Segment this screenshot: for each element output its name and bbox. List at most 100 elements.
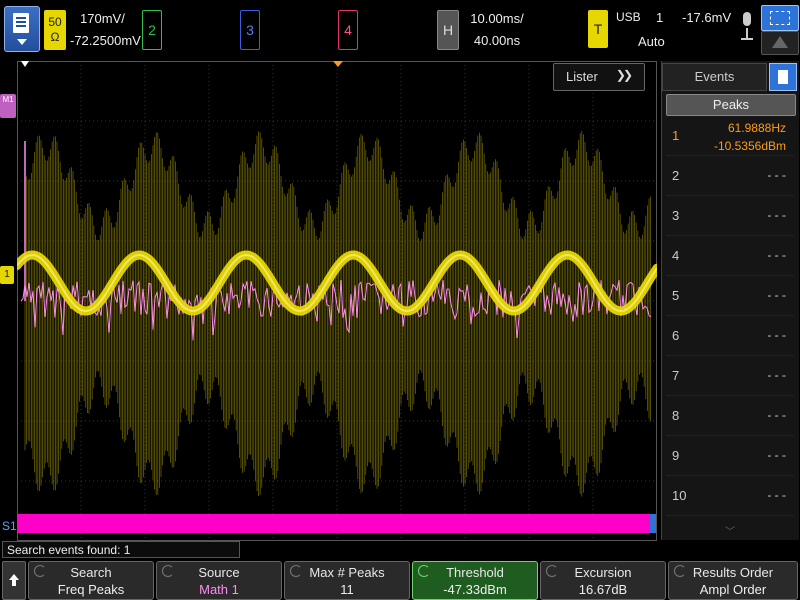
event-amplitude: -10.5356dBm bbox=[713, 139, 786, 153]
ch1-offset: -72.2500mV bbox=[70, 33, 141, 48]
select-rectangle-icon bbox=[770, 11, 790, 25]
search-results-cursor bbox=[650, 514, 656, 533]
event-index: 10 bbox=[672, 488, 687, 503]
time-per-div: 10.00ms/ bbox=[470, 11, 524, 26]
back-button[interactable] bbox=[2, 561, 26, 600]
softkey-value: -47.33dBm bbox=[443, 582, 507, 597]
event-frequency: 61.9888Hz bbox=[727, 121, 786, 135]
softkey-value: Math 1 bbox=[199, 582, 239, 597]
trigger-source: USB bbox=[616, 10, 641, 24]
event-row[interactable]: 7 - - - bbox=[666, 357, 794, 396]
microphone-icon[interactable] bbox=[740, 12, 754, 42]
ch1-volts-per-div: 170mV/ bbox=[80, 11, 125, 26]
horizontal-indicator[interactable]: H bbox=[437, 10, 459, 50]
event-row[interactable]: 4 - - - bbox=[666, 237, 794, 276]
event-row[interactable]: 6 - - - bbox=[666, 317, 794, 356]
softkey-results-order[interactable]: Results Order Ampl Order bbox=[668, 561, 798, 600]
event-value: - - - bbox=[767, 208, 786, 222]
event-row[interactable]: 10 - - - bbox=[666, 477, 794, 516]
waveform-display[interactable] bbox=[17, 61, 657, 541]
horizontal-readout[interactable]: 10.00ms/ 40.00ns bbox=[462, 8, 532, 52]
ch2-indicator[interactable]: 2 bbox=[142, 10, 162, 50]
event-index: 8 bbox=[672, 408, 680, 423]
event-value: - - - bbox=[767, 408, 786, 422]
event-values: 61.9888Hz -10.5356dBm bbox=[714, 119, 786, 155]
softkey-threshold[interactable]: Threshold -47.33dBm bbox=[412, 561, 538, 600]
event-index: 5 bbox=[672, 288, 680, 303]
math1-ground-marker[interactable]: M1 bbox=[0, 94, 16, 118]
trigger-channel: 1 bbox=[656, 10, 664, 25]
trigger-position-marker bbox=[333, 61, 343, 67]
ch1-ohm-symbol: Ω bbox=[50, 30, 60, 44]
search-results-bar bbox=[17, 514, 650, 533]
lister-button[interactable]: Lister ❯❯ bbox=[553, 63, 645, 91]
event-row[interactable]: 1 61.9888Hz -10.5356dBm bbox=[666, 117, 794, 156]
chevron-down-icon bbox=[17, 39, 27, 45]
event-index: 9 bbox=[672, 448, 680, 463]
softkey-title: Max # Peaks bbox=[309, 565, 385, 580]
event-value: - - - bbox=[767, 488, 786, 502]
softkey-title: Threshold bbox=[446, 565, 504, 580]
event-row[interactable]: 8 - - - bbox=[666, 397, 794, 436]
ch1-carrier-trace bbox=[24, 131, 651, 497]
event-value: - - - bbox=[767, 328, 786, 342]
events-panel-icon[interactable] bbox=[769, 63, 797, 91]
search-marker-label: S1 bbox=[2, 519, 17, 533]
peaks-header[interactable]: Peaks bbox=[666, 94, 796, 116]
softkey-value: 16.67dB bbox=[578, 582, 628, 597]
softkey-title: Search bbox=[70, 565, 112, 580]
event-index: 2 bbox=[672, 168, 680, 183]
ch1-scale-readout[interactable]: 170mV/ -72.2500mV bbox=[70, 8, 141, 52]
knob-icon bbox=[162, 565, 174, 577]
ch4-indicator[interactable]: 4 bbox=[338, 10, 358, 50]
event-value: - - - bbox=[767, 288, 786, 302]
softkey-source[interactable]: Source Math 1 bbox=[156, 561, 282, 600]
event-value: - - - bbox=[767, 448, 786, 462]
scroll-down-icon[interactable]: ﹀ bbox=[666, 523, 794, 538]
horizontal-delay: 40.00ns bbox=[473, 33, 521, 48]
event-value: - - - bbox=[767, 248, 786, 262]
softkey-value: Freq Peaks bbox=[57, 582, 125, 597]
softkey-excursion[interactable]: Excursion 16.67dB bbox=[540, 561, 666, 600]
document-icon bbox=[13, 13, 29, 33]
knob-icon bbox=[674, 565, 686, 577]
event-row[interactable]: 3 - - - bbox=[666, 197, 794, 236]
event-row[interactable]: 2 - - - bbox=[666, 157, 794, 196]
knob-icon bbox=[34, 565, 46, 577]
top-status-bar: 50 Ω 170mV/ -72.2500mV 2 3 4 H 10.00ms/ … bbox=[0, 0, 800, 58]
time-reference-marker bbox=[21, 61, 29, 67]
ch1-indicator[interactable]: 50 Ω bbox=[44, 10, 66, 50]
ch1-ground-marker[interactable]: 1 bbox=[0, 266, 14, 284]
softkey-title: Source bbox=[198, 565, 240, 580]
lister-label: Lister bbox=[566, 69, 598, 84]
event-row[interactable]: 9 - - - bbox=[666, 437, 794, 476]
event-index: 7 bbox=[672, 368, 680, 383]
event-row[interactable]: 5 - - - bbox=[666, 277, 794, 316]
softkey-max-peaks[interactable]: Max # Peaks 11 bbox=[284, 561, 410, 600]
softkey-value: 11 bbox=[340, 582, 354, 597]
event-index: 3 bbox=[672, 208, 680, 223]
knob-icon bbox=[290, 565, 302, 577]
knob-icon bbox=[418, 565, 430, 577]
main-menu-button[interactable] bbox=[4, 6, 40, 52]
events-tab[interactable]: Events bbox=[662, 63, 767, 91]
softkey-search[interactable]: Search Freq Peaks bbox=[28, 561, 154, 600]
event-index: 1 bbox=[672, 128, 680, 143]
trigger-mode: Auto bbox=[638, 34, 665, 49]
chevron-down-icon: ❯❯ bbox=[615, 68, 633, 82]
event-value: - - - bbox=[767, 368, 786, 382]
zone-select-button[interactable] bbox=[761, 5, 799, 31]
softkey-title: Excursion bbox=[574, 565, 632, 580]
trigger-indicator[interactable]: T bbox=[588, 10, 608, 48]
ch3-indicator[interactable]: 3 bbox=[240, 10, 260, 50]
softkey-title: Results Order bbox=[692, 565, 774, 580]
trigger-level: -17.6mV bbox=[682, 10, 732, 25]
search-status: Search events found: 1 bbox=[2, 541, 240, 558]
zone-delete-button[interactable] bbox=[761, 31, 799, 55]
ch1-impedance-value: 50 bbox=[48, 15, 62, 29]
softkey-value: Ampl Order bbox=[699, 582, 767, 597]
events-panel: Events Peaks 1 61.9888Hz -10.5356dBm 2 -… bbox=[661, 61, 799, 540]
event-index: 4 bbox=[672, 248, 680, 263]
event-index: 6 bbox=[672, 328, 680, 343]
knob-icon bbox=[546, 565, 558, 577]
